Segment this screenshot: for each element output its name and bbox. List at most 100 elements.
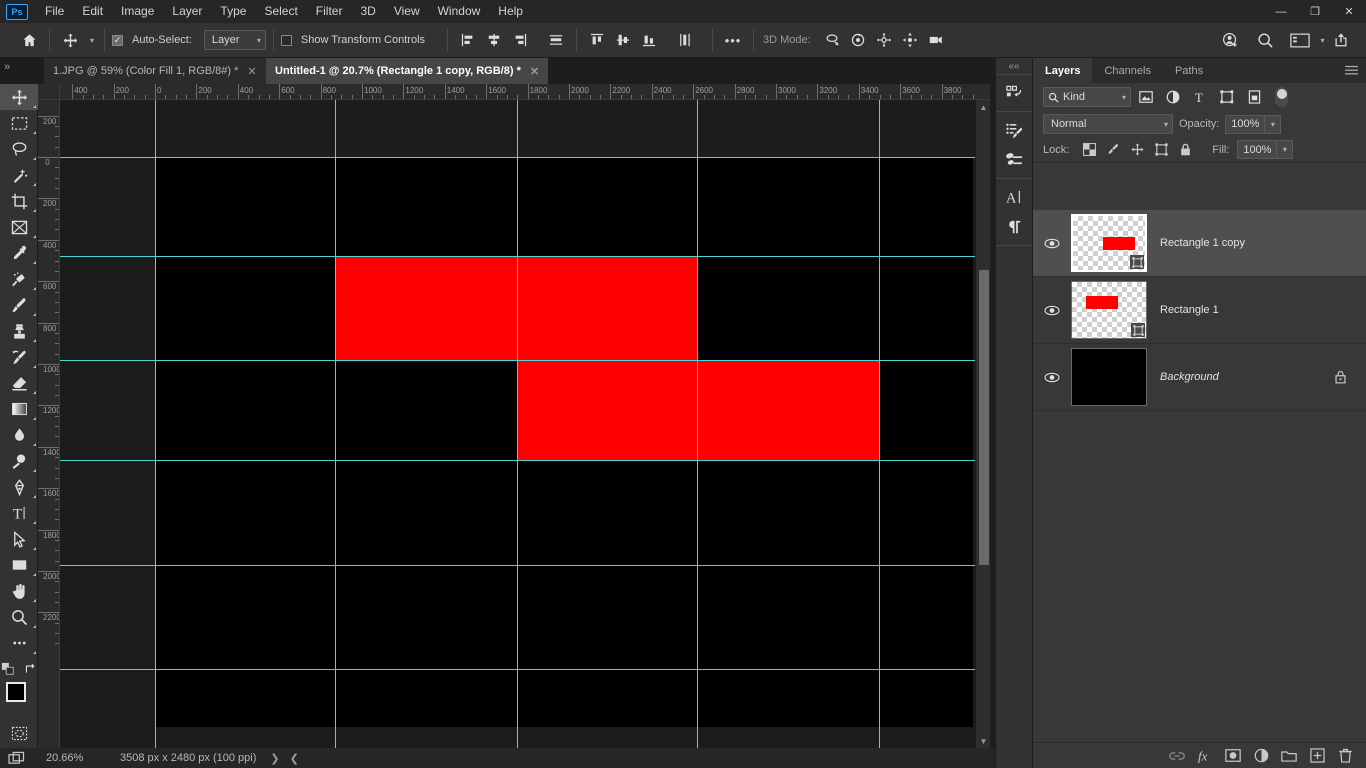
vertical-guide[interactable]: [697, 100, 698, 748]
auto-select-checkbox[interactable]: ✓ Auto-Select:: [112, 34, 196, 46]
menu-image[interactable]: Image: [112, 0, 163, 23]
foreground-color-swatch[interactable]: [6, 682, 26, 702]
layer-visibility-eye-icon[interactable]: [1033, 238, 1071, 249]
blur-tool[interactable]: [0, 422, 38, 448]
align-left-edges-icon[interactable]: [455, 28, 481, 52]
magic-wand-tool[interactable]: [0, 162, 38, 188]
camera-3d-icon[interactable]: [923, 28, 949, 52]
filter-kind-select[interactable]: Kind ▾: [1043, 87, 1131, 107]
lock-transparent-pixels-icon[interactable]: [1078, 139, 1100, 161]
new-group-icon[interactable]: [1277, 745, 1301, 767]
horizontal-guide[interactable]: [60, 256, 990, 257]
pixel-filter-icon[interactable]: [1134, 86, 1158, 108]
auto-select-scope-dropdown[interactable]: Layer ▾: [203, 30, 266, 50]
menu-type[interactable]: Type: [211, 0, 255, 23]
brush-presets-icon[interactable]: [996, 145, 1033, 175]
layer-row[interactable]: Rectangle 1 copy: [1033, 210, 1366, 277]
menu-file[interactable]: File: [36, 0, 73, 23]
history-brush-tool[interactable]: [0, 344, 38, 370]
vertical-guide[interactable]: [517, 100, 518, 748]
lasso-tool[interactable]: [0, 136, 38, 162]
eraser-tool[interactable]: [0, 370, 38, 396]
close-icon[interactable]: ✕: [530, 65, 539, 78]
layer-row[interactable]: Rectangle 1: [1033, 277, 1366, 344]
align-vertical-centers-icon[interactable]: [610, 28, 636, 52]
menu-help[interactable]: Help: [489, 0, 532, 23]
minimize-button[interactable]: —: [1264, 0, 1298, 23]
vertical-guide[interactable]: [155, 100, 156, 748]
menu-edit[interactable]: Edit: [73, 0, 112, 23]
crop-tool[interactable]: [0, 188, 38, 214]
rectangle-tool[interactable]: [0, 552, 38, 578]
chevron-down-icon[interactable]: ▾: [1313, 28, 1328, 52]
horizontal-guide[interactable]: [60, 360, 990, 361]
canvas-shape-rectangle-1[interactable]: [517, 360, 879, 460]
quick-mask-icon[interactable]: [0, 720, 38, 746]
layer-visibility-eye-icon[interactable]: [1033, 372, 1071, 383]
lock-artboard-icon[interactable]: [1150, 139, 1172, 161]
distribute-vertically-icon[interactable]: [672, 28, 698, 52]
rectangular-marquee-tool[interactable]: [0, 110, 38, 136]
hand-tool[interactable]: [0, 578, 38, 604]
restore-button[interactable]: ❐: [1298, 0, 1332, 23]
document-tab-1jpg[interactable]: 1.JPG @ 59% (Color Fill 1, RGB/8#) * ✕: [44, 58, 266, 84]
vertical-guide[interactable]: [335, 100, 336, 748]
horizontal-ruler[interactable]: 400 200 0 200 400 600 800 1000 1200 1400 1600 1800 2…: [60, 84, 990, 100]
vertical-scroll-thumb[interactable]: [979, 270, 989, 565]
lock-all-icon[interactable]: [1174, 139, 1196, 161]
menu-window[interactable]: Window: [429, 0, 490, 23]
distribute-horizontally-icon[interactable]: [543, 28, 569, 52]
align-horizontal-centers-icon[interactable]: [481, 28, 507, 52]
panel-menu-icon[interactable]: [1345, 65, 1358, 76]
canvas-shape-rectangle-1-copy[interactable]: [335, 256, 697, 360]
align-right-edges-icon[interactable]: [507, 28, 533, 52]
layer-style-fx-icon[interactable]: fx: [1193, 745, 1217, 767]
share-icon[interactable]: [1328, 28, 1354, 52]
close-icon[interactable]: ✕: [247, 65, 256, 78]
status-next-arrow[interactable]: ❯: [270, 752, 279, 765]
type-tool[interactable]: T: [0, 500, 38, 526]
pen-tool[interactable]: [0, 474, 38, 500]
paragraph-icon[interactable]: [996, 212, 1033, 242]
eyedropper-tool[interactable]: [0, 240, 38, 266]
canvas-area[interactable]: [60, 100, 990, 748]
brush-tool[interactable]: [0, 292, 38, 318]
add-layer-mask-icon[interactable]: [1221, 745, 1245, 767]
layer-thumbnail[interactable]: [1071, 348, 1147, 406]
orbit-3d-icon[interactable]: [819, 28, 845, 52]
opacity-stepper-chevron[interactable]: ▾: [1265, 114, 1282, 134]
default-colors-icon[interactable]: [1, 662, 15, 676]
tool-preset-chevron-icon[interactable]: ▾: [83, 28, 97, 52]
more-options-button[interactable]: •••: [720, 28, 746, 52]
layer-thumbnail[interactable]: [1071, 281, 1147, 339]
roll-3d-icon[interactable]: [845, 28, 871, 52]
dodge-tool[interactable]: [0, 448, 38, 474]
history-icon[interactable]: [996, 78, 1033, 108]
slide-3d-icon[interactable]: [897, 28, 923, 52]
new-adjustment-layer-icon[interactable]: [1249, 745, 1273, 767]
tabbar-collapse-icon[interactable]: »: [4, 61, 10, 73]
path-selection-tool[interactable]: [0, 526, 38, 552]
horizontal-guide[interactable]: [60, 157, 990, 158]
move-tool-icon[interactable]: [57, 28, 83, 52]
frame-tool[interactable]: [0, 214, 38, 240]
zoom-level[interactable]: 20.66%: [46, 752, 98, 764]
layer-visibility-eye-icon[interactable]: [1033, 305, 1071, 316]
tab-layers[interactable]: Layers: [1033, 58, 1093, 83]
shape-filter-icon[interactable]: [1215, 86, 1239, 108]
align-bottom-edges-icon[interactable]: [636, 28, 662, 52]
layer-thumbnail[interactable]: [1071, 214, 1147, 272]
tab-paths[interactable]: Paths: [1163, 58, 1215, 83]
clone-stamp-tool[interactable]: [0, 318, 38, 344]
document-icon[interactable]: [8, 751, 25, 765]
menu-select[interactable]: Select: [255, 0, 306, 23]
horizontal-guide[interactable]: [60, 565, 990, 566]
add-user-icon[interactable]: [1217, 28, 1243, 52]
healing-brush-tool[interactable]: [0, 266, 38, 292]
canvas-vertical-scrollbar[interactable]: ▲ ▼: [975, 100, 990, 748]
menu-3d[interactable]: 3D: [351, 0, 384, 23]
menu-layer[interactable]: Layer: [163, 0, 211, 23]
scroll-up-arrow[interactable]: ▲: [976, 100, 991, 114]
show-transform-controls-checkbox[interactable]: Show Transform Controls: [280, 34, 429, 46]
horizontal-guide[interactable]: [60, 669, 990, 670]
